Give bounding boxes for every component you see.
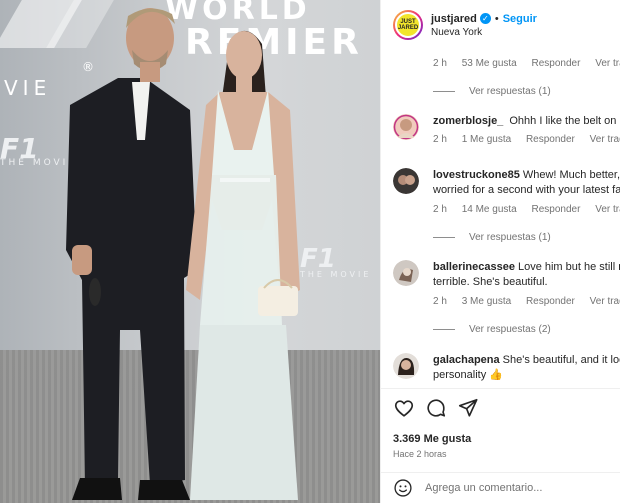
comment-content-line2: personality 👍: [433, 369, 503, 381]
comment-likes[interactable]: 3 Me gusta: [462, 296, 511, 307]
commenter-username[interactable]: galachapena: [433, 354, 500, 366]
view-replies-label: Ver respuestas (1): [469, 86, 551, 97]
view-replies-label: Ver respuestas (2): [469, 324, 551, 335]
share-icon[interactable]: [457, 397, 479, 419]
view-replies-button[interactable]: Ver respuestas (1): [433, 232, 551, 243]
translate-button[interactable]: Ver traducción: [590, 296, 620, 307]
post-header: JUST JARED justjared ✓ • Seguir Nueva Yo…: [381, 0, 620, 50]
reply-button[interactable]: Responder: [526, 134, 575, 145]
commenter-avatar[interactable]: [393, 260, 419, 286]
comment-content-line2: terrible. She's beautiful.: [433, 276, 548, 288]
comment-content: Love him but he still ne: [517, 261, 620, 273]
comment-text: zomerblosje_ Ohhh I like the belt on Ine…: [433, 114, 620, 129]
commenter-username[interactable]: lovestruckone85: [433, 169, 520, 181]
couple-figures: [66, 8, 300, 500]
comment-time: 2 h: [433, 296, 447, 307]
view-replies-label: Ver respuestas (1): [469, 232, 551, 243]
comment-time: 2 h: [433, 58, 447, 69]
like-count[interactable]: 3.369 Me gusta: [393, 433, 471, 445]
comment-meta: 2 h 14 Me gusta Responder Ver traducción: [433, 204, 620, 215]
post-location[interactable]: Nueva York: [431, 27, 537, 38]
replies-line: [433, 91, 455, 92]
reply-button[interactable]: Responder: [532, 58, 581, 69]
comment-likes[interactable]: 53 Me gusta: [462, 58, 517, 69]
comment-meta: 2 h 53 Me gusta Responder Ver traducción: [433, 58, 620, 69]
comment-text: galachapena She's beautiful, and it loo p…: [433, 353, 620, 383]
man-figure: [66, 8, 197, 500]
comment-icon[interactable]: [425, 397, 447, 419]
post-actions: 3.369 Me gusta Hace 2 horas: [381, 388, 620, 470]
comment-content: Whew! Much better, I was: [522, 169, 620, 181]
comment-text: lovestruckone85Whew! Much better, I was …: [433, 168, 620, 198]
post-time: Hace 2 horas: [393, 449, 447, 459]
verified-badge-icon: ✓: [479, 13, 491, 24]
translate-button[interactable]: Ver traducción: [595, 204, 620, 215]
woman-figure: [186, 30, 300, 500]
comment-content-line2: worried for a second with your latest fa: [433, 184, 620, 196]
replies-line: [433, 237, 455, 238]
comment-text: ballerinecassee Love him but he still ne …: [433, 260, 620, 290]
follow-button[interactable]: Seguir: [503, 13, 537, 25]
comment-content: She's beautiful, and it loo: [502, 354, 620, 366]
header-separator: •: [494, 12, 499, 25]
comment-time: 2 h: [433, 204, 447, 215]
heart-icon[interactable]: [393, 397, 415, 419]
view-replies-button[interactable]: Ver respuestas (1): [433, 86, 551, 97]
translate-button[interactable]: Ver traducción: [595, 58, 620, 69]
account-avatar[interactable]: JUST JARED: [393, 10, 423, 40]
account-username[interactable]: justjared: [431, 13, 477, 25]
replies-line: [433, 329, 455, 330]
comments-panel: JUST JARED justjared ✓ • Seguir Nueva Yo…: [380, 0, 620, 503]
post-photo[interactable]: WORLD REMIER VIE ® F1 THE MOVIE F1 THE M…: [0, 0, 380, 503]
comment-time: 2 h: [433, 134, 447, 145]
reply-button[interactable]: Responder: [526, 296, 575, 307]
comment-meta: 2 h 1 Me gusta Responder Ver traducción: [433, 134, 620, 145]
commenter-avatar[interactable]: [393, 168, 419, 194]
translate-button[interactable]: Ver traducción: [590, 134, 620, 145]
emoji-icon[interactable]: [393, 478, 413, 498]
reply-button[interactable]: Responder: [532, 204, 581, 215]
view-replies-button[interactable]: Ver respuestas (2): [433, 324, 551, 335]
comment-meta: 2 h 3 Me gusta Responder Ver traducción: [433, 296, 620, 307]
account-avatar-logo: JUST JARED: [395, 12, 421, 38]
comments-list[interactable]: 2 h 53 Me gusta Responder Ver traducción…: [381, 50, 620, 388]
add-comment-bar: Agrega un comentario...: [381, 472, 620, 503]
comment-input[interactable]: Agrega un comentario...: [425, 482, 542, 494]
commenter-username[interactable]: zomerblosje_: [433, 115, 503, 127]
commenter-username[interactable]: ballerinecassee: [433, 261, 515, 273]
commenter-avatar[interactable]: [393, 114, 419, 140]
comment-likes[interactable]: 14 Me gusta: [462, 204, 517, 215]
comment-content: Ohhh I like the belt on Ines: [509, 115, 620, 127]
comment-likes[interactable]: 1 Me gusta: [462, 134, 511, 145]
commenter-avatar[interactable]: [393, 353, 419, 379]
